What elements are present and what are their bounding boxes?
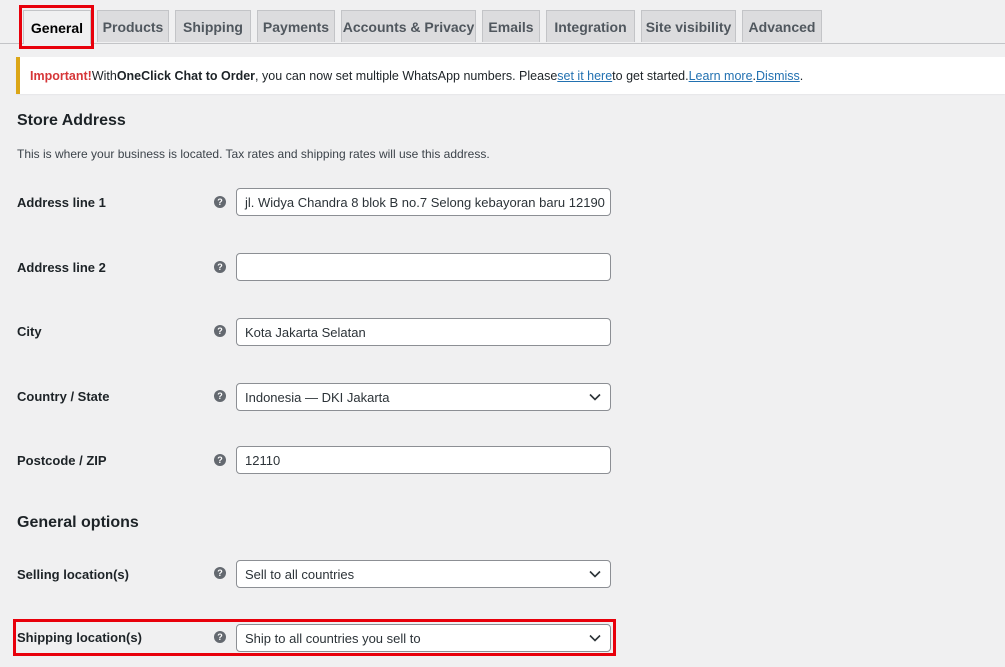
country-state-value: Indonesia — DKI Jakarta xyxy=(245,389,390,405)
chevron-down-icon xyxy=(589,570,601,578)
help-circle-icon[interactable]: ? xyxy=(214,261,226,273)
postcode-zip-input[interactable]: 12110 xyxy=(236,446,611,474)
city-label: City xyxy=(17,324,42,339)
address-line-2-label: Address line 2 xyxy=(17,260,106,275)
tab-emails[interactable]: Emails xyxy=(482,10,540,42)
help-circle-icon[interactable]: ? xyxy=(214,631,226,643)
tab-site-visibility[interactable]: Site visibility xyxy=(641,10,736,42)
help-circle-icon[interactable]: ? xyxy=(214,567,226,579)
selling-locations-value: Sell to all countries xyxy=(245,566,355,582)
dismiss-link[interactable]: Dismiss xyxy=(756,69,800,83)
store-address-heading: Store Address xyxy=(17,112,126,129)
country-state-label: Country / State xyxy=(17,389,110,404)
address-line-2-input[interactable] xyxy=(236,253,611,281)
general-options-heading: General options xyxy=(17,514,139,531)
notice-text: , you can now set multiple WhatsApp numb… xyxy=(255,68,558,83)
shipping-locations-value: Ship to all countries you sell to xyxy=(245,630,421,646)
selling-locations-select[interactable]: Sell to all countries xyxy=(236,560,611,588)
store-address-description: This is where your business is located. … xyxy=(17,147,490,161)
help-circle-icon[interactable]: ? xyxy=(214,196,226,208)
help-circle-icon[interactable]: ? xyxy=(214,390,226,402)
set-it-here-link[interactable]: set it here xyxy=(557,69,612,83)
tab-integration[interactable]: Integration xyxy=(546,10,635,42)
selling-locations-label: Selling location(s) xyxy=(17,567,129,582)
tab-products[interactable]: Products xyxy=(97,10,169,42)
city-input[interactable]: Kota Jakarta Selatan xyxy=(236,318,611,346)
country-state-select[interactable]: Indonesia — DKI Jakarta xyxy=(236,383,611,411)
settings-tabs: General Products Shipping Payments Accou… xyxy=(0,0,1005,44)
notice-period: . xyxy=(799,68,804,83)
address-line-1-label: Address line 1 xyxy=(17,195,106,210)
shipping-locations-select[interactable]: Ship to all countries you sell to xyxy=(236,624,611,652)
notice-important-label: Important! xyxy=(30,68,92,83)
learn-more-link[interactable]: Learn more xyxy=(689,69,753,83)
shipping-locations-label: Shipping location(s) xyxy=(17,630,142,645)
chevron-down-icon xyxy=(589,393,601,401)
tab-shipping[interactable]: Shipping xyxy=(175,10,251,42)
postcode-zip-label: Postcode / ZIP xyxy=(17,453,107,468)
notice-text: With xyxy=(91,68,117,83)
notice-text: to get started. xyxy=(612,68,689,83)
help-circle-icon[interactable]: ? xyxy=(214,454,226,466)
help-circle-icon[interactable]: ? xyxy=(214,325,226,337)
tab-general[interactable]: General xyxy=(23,10,91,44)
address-line-1-input[interactable]: jl. Widya Chandra 8 blok B no.7 Selong k… xyxy=(236,188,611,216)
tab-accounts-privacy[interactable]: Accounts & Privacy xyxy=(341,10,476,42)
tab-payments[interactable]: Payments xyxy=(257,10,335,42)
notice-plugin-name: OneClick Chat to Order xyxy=(116,68,256,83)
plugin-notice: Important! With OneClick Chat to Order, … xyxy=(16,57,1005,94)
chevron-down-icon xyxy=(589,634,601,642)
tab-advanced[interactable]: Advanced xyxy=(742,10,822,42)
